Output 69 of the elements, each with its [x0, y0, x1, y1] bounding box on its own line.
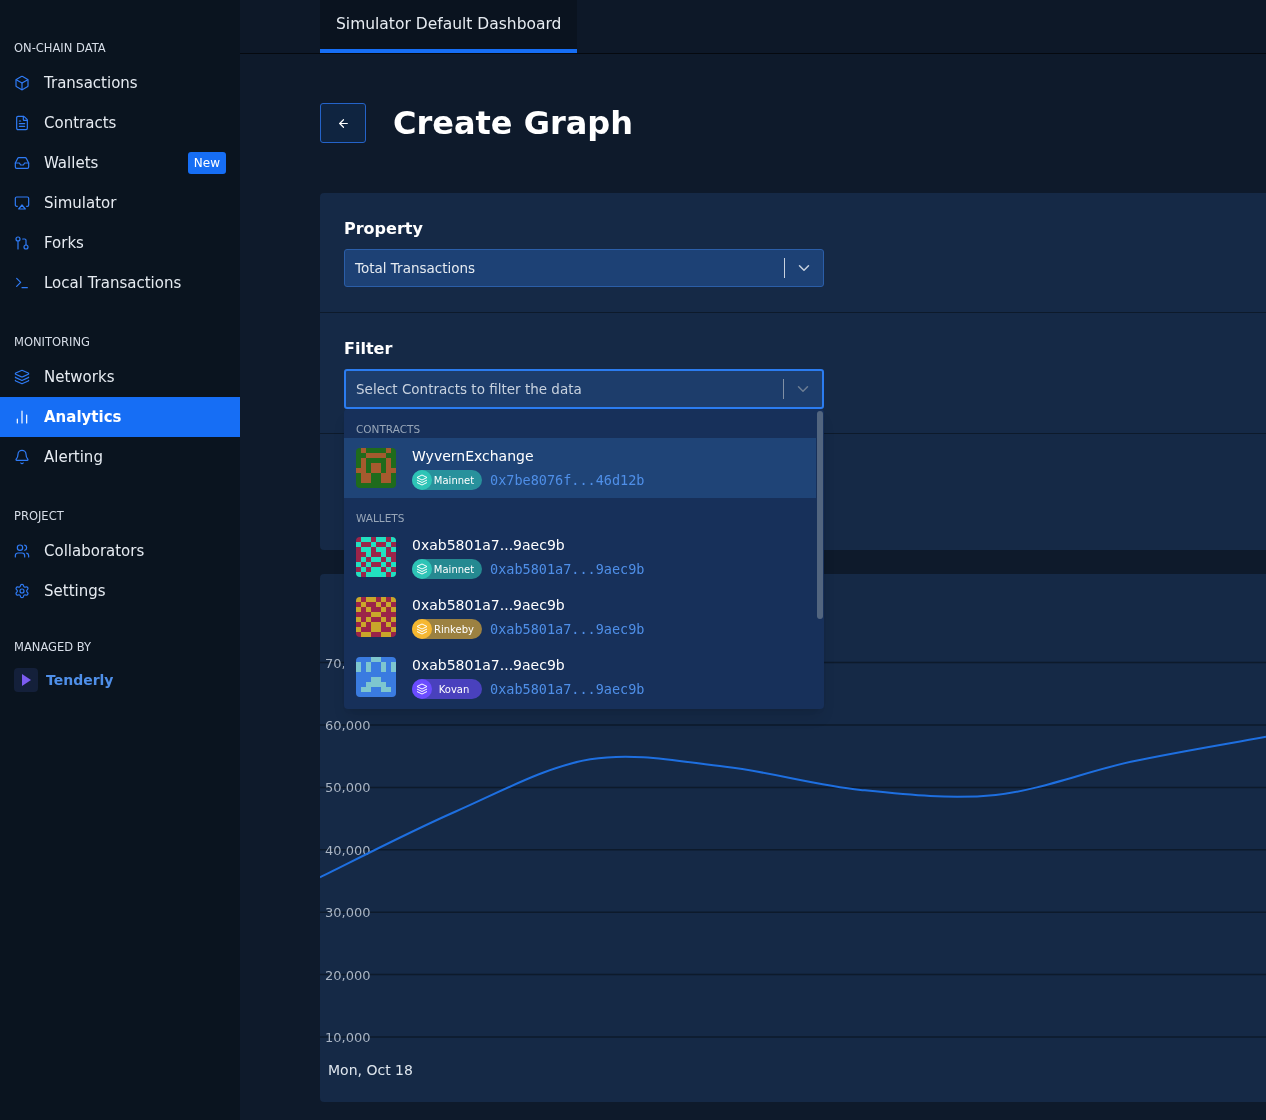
address-text: 0xab5801a7...9aec9b: [490, 559, 645, 579]
identicon-icon: [356, 597, 396, 637]
dropdown-option[interactable]: 0xab5801a7...9aec9b Mainnet 0xab5801a7...9aec9b: [344, 527, 816, 587]
play-logo-icon: [14, 668, 38, 692]
identicon-icon: [356, 537, 396, 577]
dropdown-option[interactable]: WyvernExchange Mainnet 0x7be8076f...46d12b: [344, 438, 816, 498]
scrollbar-thumb[interactable]: [817, 411, 823, 619]
document-icon: [14, 115, 30, 131]
cube-icon: [14, 75, 30, 91]
sidebar-item[interactable]: Wallets New: [0, 143, 240, 183]
group-heading: WALLETS: [355, 511, 406, 526]
option-name: 0xab5801a7...9aec9b: [412, 595, 566, 615]
identicon-icon: [356, 448, 396, 488]
sidebar-item[interactable]: Analytics: [0, 397, 240, 437]
y-axis-label: 20,000: [325, 967, 371, 983]
option-name: 0xab5801a7...9aec9b: [412, 535, 566, 555]
section-heading: MONITORING: [13, 334, 91, 349]
bar-chart-icon: [14, 409, 30, 425]
y-axis-label: 50,000: [325, 780, 371, 796]
section-heading: MANAGED BY: [13, 639, 93, 654]
terminal-icon: [14, 275, 30, 291]
address-text: 0xab5801a7...9aec9b: [490, 619, 645, 639]
section-heading: ON-CHAIN DATA: [13, 40, 107, 55]
property-select[interactable]: Total Transactions: [344, 249, 824, 287]
address-text: 0x7be8076f...46d12b: [490, 470, 645, 490]
screen-icon: [14, 195, 30, 211]
y-axis-label: 10,000: [325, 1030, 371, 1045]
filter-input[interactable]: Select Contracts to filter the data: [356, 378, 783, 400]
y-axis-label: 40,000: [325, 842, 371, 858]
company-link[interactable]: Tenderly: [46, 669, 114, 691]
network-badge: Kovan: [412, 679, 482, 699]
sidebar-item[interactable]: Transactions: [0, 63, 240, 103]
section-heading: PROJECT: [13, 508, 65, 523]
y-axis-label: 70,: [325, 655, 346, 671]
new-badge: New: [187, 152, 226, 174]
sidebar-item[interactable]: Collaborators: [0, 531, 240, 571]
option-name: 0xab5801a7...9aec9b: [412, 655, 566, 675]
y-axis-label: 30,000: [325, 905, 371, 921]
sidebar-item[interactable]: Alerting: [0, 437, 240, 477]
option-name: WyvernExchange: [412, 446, 535, 466]
network-badge: Mainnet: [412, 470, 482, 490]
branch-icon: [14, 235, 30, 251]
bell-icon: [14, 449, 30, 465]
sidebar-item[interactable]: Settings: [0, 571, 240, 611]
field-label: Filter: [344, 338, 394, 360]
filter-select[interactable]: Select Contracts to filter the data: [344, 369, 824, 409]
sidebar-item[interactable]: Simulator: [0, 183, 240, 223]
network-badge: Mainnet: [412, 559, 482, 579]
group-heading: CONTRACTS: [355, 422, 422, 437]
settings-icon: [14, 583, 30, 599]
address-text: 0xab5801a7...9aec9b: [490, 679, 645, 699]
sidebar-item[interactable]: Forks: [0, 223, 240, 263]
layers-icon: [14, 369, 30, 385]
network-badge: Rinkeby: [412, 619, 482, 639]
x-axis-label: Mon, Oct 18: [328, 1062, 413, 1078]
page-title: Create Graph: [393, 103, 634, 144]
back-arrow-icon: [336, 116, 350, 130]
field-label: Property: [344, 218, 424, 240]
sidebar-item[interactable]: Local Transactions: [0, 263, 240, 303]
sidebar-item[interactable]: Contracts: [0, 103, 240, 143]
identicon-icon: [356, 657, 396, 697]
dropdown-option[interactable]: 0xab5801a7...9aec9b Kovan 0xab5801a7...9aec9b: [344, 647, 816, 707]
back-button[interactable]: [320, 103, 366, 143]
y-axis-label: 60,000: [325, 718, 371, 733]
dashboard-tab[interactable]: Simulator Default Dashboard: [320, 0, 578, 53]
users-icon: [14, 543, 30, 559]
sidebar-item[interactable]: Networks: [0, 357, 240, 397]
inbox-icon: [14, 155, 30, 171]
dropdown-option[interactable]: 0xab5801a7...9aec9b Rinkeby 0xab5801a7...9aec9b: [344, 587, 816, 647]
